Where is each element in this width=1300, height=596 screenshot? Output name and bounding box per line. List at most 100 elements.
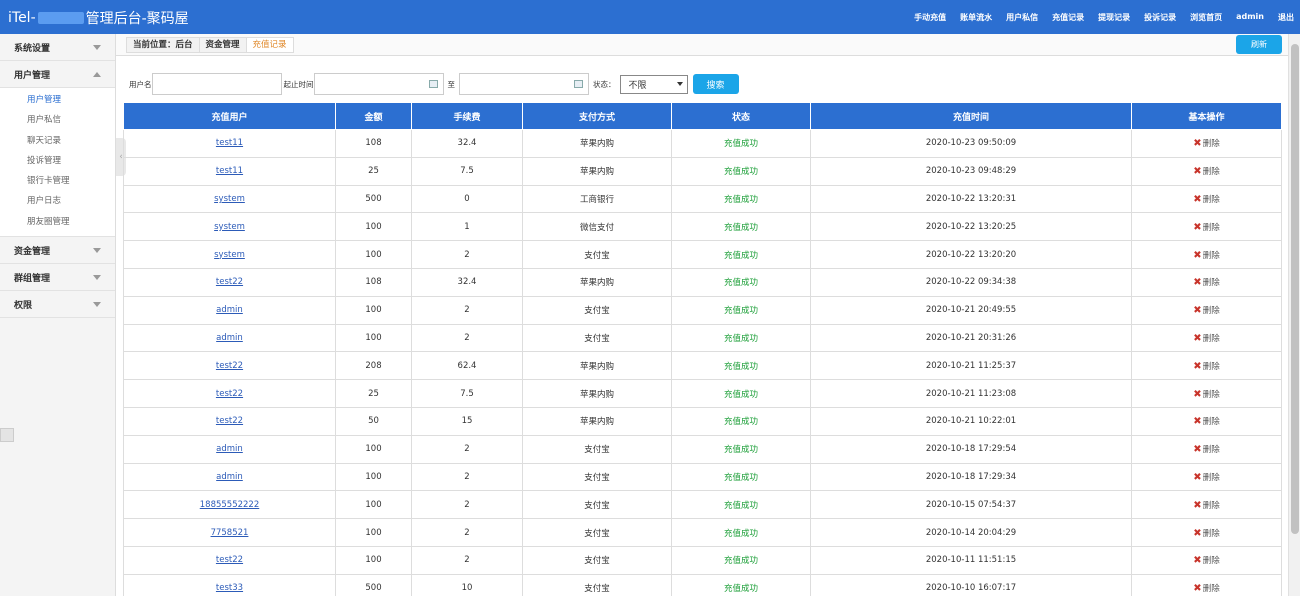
delete-button[interactable]: ✖删除 <box>1193 416 1219 427</box>
sidebar-item-user-messages[interactable]: 用户私信 <box>0 110 115 130</box>
delete-button[interactable]: ✖删除 <box>1193 333 1219 344</box>
cell-time: 2020-10-22 09:34:38 <box>810 267 1132 297</box>
delete-label: 删除 <box>1202 445 1220 456</box>
close-icon: ✖ <box>1193 388 1202 400</box>
cell-method: 支付宝 <box>522 518 672 547</box>
user-link[interactable]: test22 <box>216 361 243 371</box>
cell-status: 充值成功 <box>671 129 811 158</box>
cell-fee: 7.5 <box>411 379 523 408</box>
cell-status: 充值成功 <box>671 379 811 408</box>
user-link[interactable]: system <box>214 194 245 204</box>
delete-button[interactable]: ✖删除 <box>1193 500 1219 511</box>
cell-user: test11 <box>123 129 336 158</box>
end-time-input[interactable] <box>459 73 589 95</box>
delete-label: 删除 <box>1202 222 1220 233</box>
sidebar-item-complaint-management[interactable]: 投诉管理 <box>0 151 115 171</box>
cell-actions: ✖删除 <box>1131 434 1282 464</box>
cell-time: 2020-10-23 09:48:29 <box>810 156 1132 186</box>
scrollbar-thumb[interactable] <box>1291 44 1299 534</box>
filter-bar: 用户名 起止时间 至 状态： 不限 搜索 <box>129 73 739 95</box>
user-link[interactable]: test22 <box>216 416 243 426</box>
user-link[interactable]: test11 <box>216 138 243 148</box>
nav-logout[interactable]: 退出 <box>1278 12 1294 23</box>
cell-fee: 2 <box>411 295 523 325</box>
delete-button[interactable]: ✖删除 <box>1193 138 1219 149</box>
user-link[interactable]: 7758521 <box>211 528 249 538</box>
user-link[interactable]: test22 <box>216 389 243 399</box>
sidebar-item-bank-card-management[interactable]: 银行卡管理 <box>0 171 115 191</box>
delete-button[interactable]: ✖删除 <box>1193 444 1220 456</box>
sidebar-item-user-management[interactable]: 用户管理 <box>0 90 115 111</box>
cell-method: 苹果内购 <box>522 406 672 436</box>
user-link[interactable]: test22 <box>216 277 243 287</box>
delete-label: 删除 <box>1202 361 1220 372</box>
table-row: test11 108 32.4 苹果内购 充值成功 2020-10-23 09:50:09… <box>123 129 1282 158</box>
cell-user: admin <box>123 295 336 325</box>
delete-button[interactable]: ✖删除 <box>1193 222 1220 233</box>
delete-button[interactable]: ✖删除 <box>1193 361 1220 372</box>
col-header-actions: 基本操作 <box>1131 102 1282 130</box>
nav-recharge-records[interactable]: 充值记录 <box>1052 12 1084 23</box>
start-time-input[interactable] <box>313 73 444 95</box>
username-input[interactable] <box>151 73 282 95</box>
cell-time: 2020-10-23 09:50:09 <box>810 129 1132 158</box>
delete-button[interactable]: ✖删除 <box>1193 471 1219 483</box>
breadcrumb-home[interactable]: 当前位置：后台 <box>127 38 200 52</box>
cell-fee: 2 <box>411 462 523 492</box>
cell-user: system <box>123 184 336 214</box>
delete-button[interactable]: ✖删除 <box>1193 528 1219 539</box>
vertical-scrollbar[interactable] <box>1288 34 1300 596</box>
status-select[interactable]: 不限 <box>619 74 688 94</box>
nav-bill-flow[interactable]: 账单流水 <box>960 12 992 23</box>
delete-button[interactable]: ✖删除 <box>1193 583 1220 595</box>
sidebar-item-user-logs[interactable]: 用户日志 <box>0 191 115 211</box>
user-link[interactable]: system <box>214 250 245 260</box>
cell-time: 2020-10-21 10:22:01 <box>810 406 1132 436</box>
nav-withdraw-records[interactable]: 提现记录 <box>1098 12 1130 23</box>
sidebar-group-label: 资金管理 <box>14 246 51 257</box>
user-link[interactable]: test33 <box>216 583 243 593</box>
delete-label: 删除 <box>1202 584 1220 595</box>
nav-complaint-records[interactable]: 投诉记录 <box>1144 12 1176 23</box>
nav-admin-user[interactable]: admin <box>1236 12 1264 23</box>
nav-manual-recharge[interactable]: 手动充值 <box>914 12 946 23</box>
delete-button[interactable]: ✖删除 <box>1193 250 1219 261</box>
cell-time: 2020-10-18 17:29:34 <box>810 462 1132 492</box>
sidebar-group-permissions[interactable]: 权限 <box>0 291 115 319</box>
delete-button[interactable]: ✖删除 <box>1193 555 1219 566</box>
close-icon: ✖ <box>1193 471 1202 483</box>
cell-actions: ✖删除 <box>1131 240 1282 269</box>
cell-status: 充值成功 <box>671 351 811 381</box>
nav-browse-home[interactable]: 浏览首页 <box>1190 12 1222 23</box>
delete-button[interactable]: ✖删除 <box>1193 305 1219 316</box>
sidebar-group-finance-management[interactable]: 资金管理 <box>0 237 115 265</box>
delete-button[interactable]: ✖删除 <box>1193 166 1219 177</box>
floating-square-button[interactable] <box>0 428 14 442</box>
nav-user-messages[interactable]: 用户私信 <box>1006 12 1038 23</box>
delete-button[interactable]: ✖删除 <box>1193 277 1219 288</box>
sidebar-group-group-management[interactable]: 群组管理 <box>0 264 115 292</box>
delete-button[interactable]: ✖删除 <box>1193 194 1219 205</box>
user-link[interactable]: system <box>214 222 245 232</box>
cell-amount: 500 <box>335 184 412 214</box>
user-link[interactable]: admin <box>216 333 243 343</box>
table-row: 7758521 100 2 支付宝 充值成功 2020-10-14 20:04:29 ✖删除 <box>123 518 1282 547</box>
search-button[interactable]: 搜索 <box>692 74 739 94</box>
user-link[interactable]: admin <box>216 305 243 315</box>
refresh-button[interactable]: 刷新 <box>1236 35 1282 54</box>
user-link[interactable]: test22 <box>216 555 243 565</box>
sidebar-group-user-management[interactable]: 用户管理 <box>0 61 115 88</box>
cell-user: admin <box>123 462 336 492</box>
user-link[interactable]: test11 <box>216 166 243 176</box>
breadcrumb-section[interactable]: 资金管理 <box>200 38 247 52</box>
user-link[interactable]: admin <box>216 444 243 454</box>
user-link[interactable]: 18855552222 <box>200 500 260 510</box>
sidebar-group-system-settings[interactable]: 系统设置 <box>0 34 115 61</box>
user-link[interactable]: admin <box>216 472 243 482</box>
delete-button[interactable]: ✖删除 <box>1193 388 1219 400</box>
cell-fee: 7.5 <box>411 156 523 186</box>
cell-user: test33 <box>123 573 336 596</box>
sidebar-item-moments-management[interactable]: 朋友圈管理 <box>0 212 115 232</box>
cell-status: 充值成功 <box>671 295 811 325</box>
sidebar-item-chat-records[interactable]: 聊天记录 <box>0 131 115 151</box>
